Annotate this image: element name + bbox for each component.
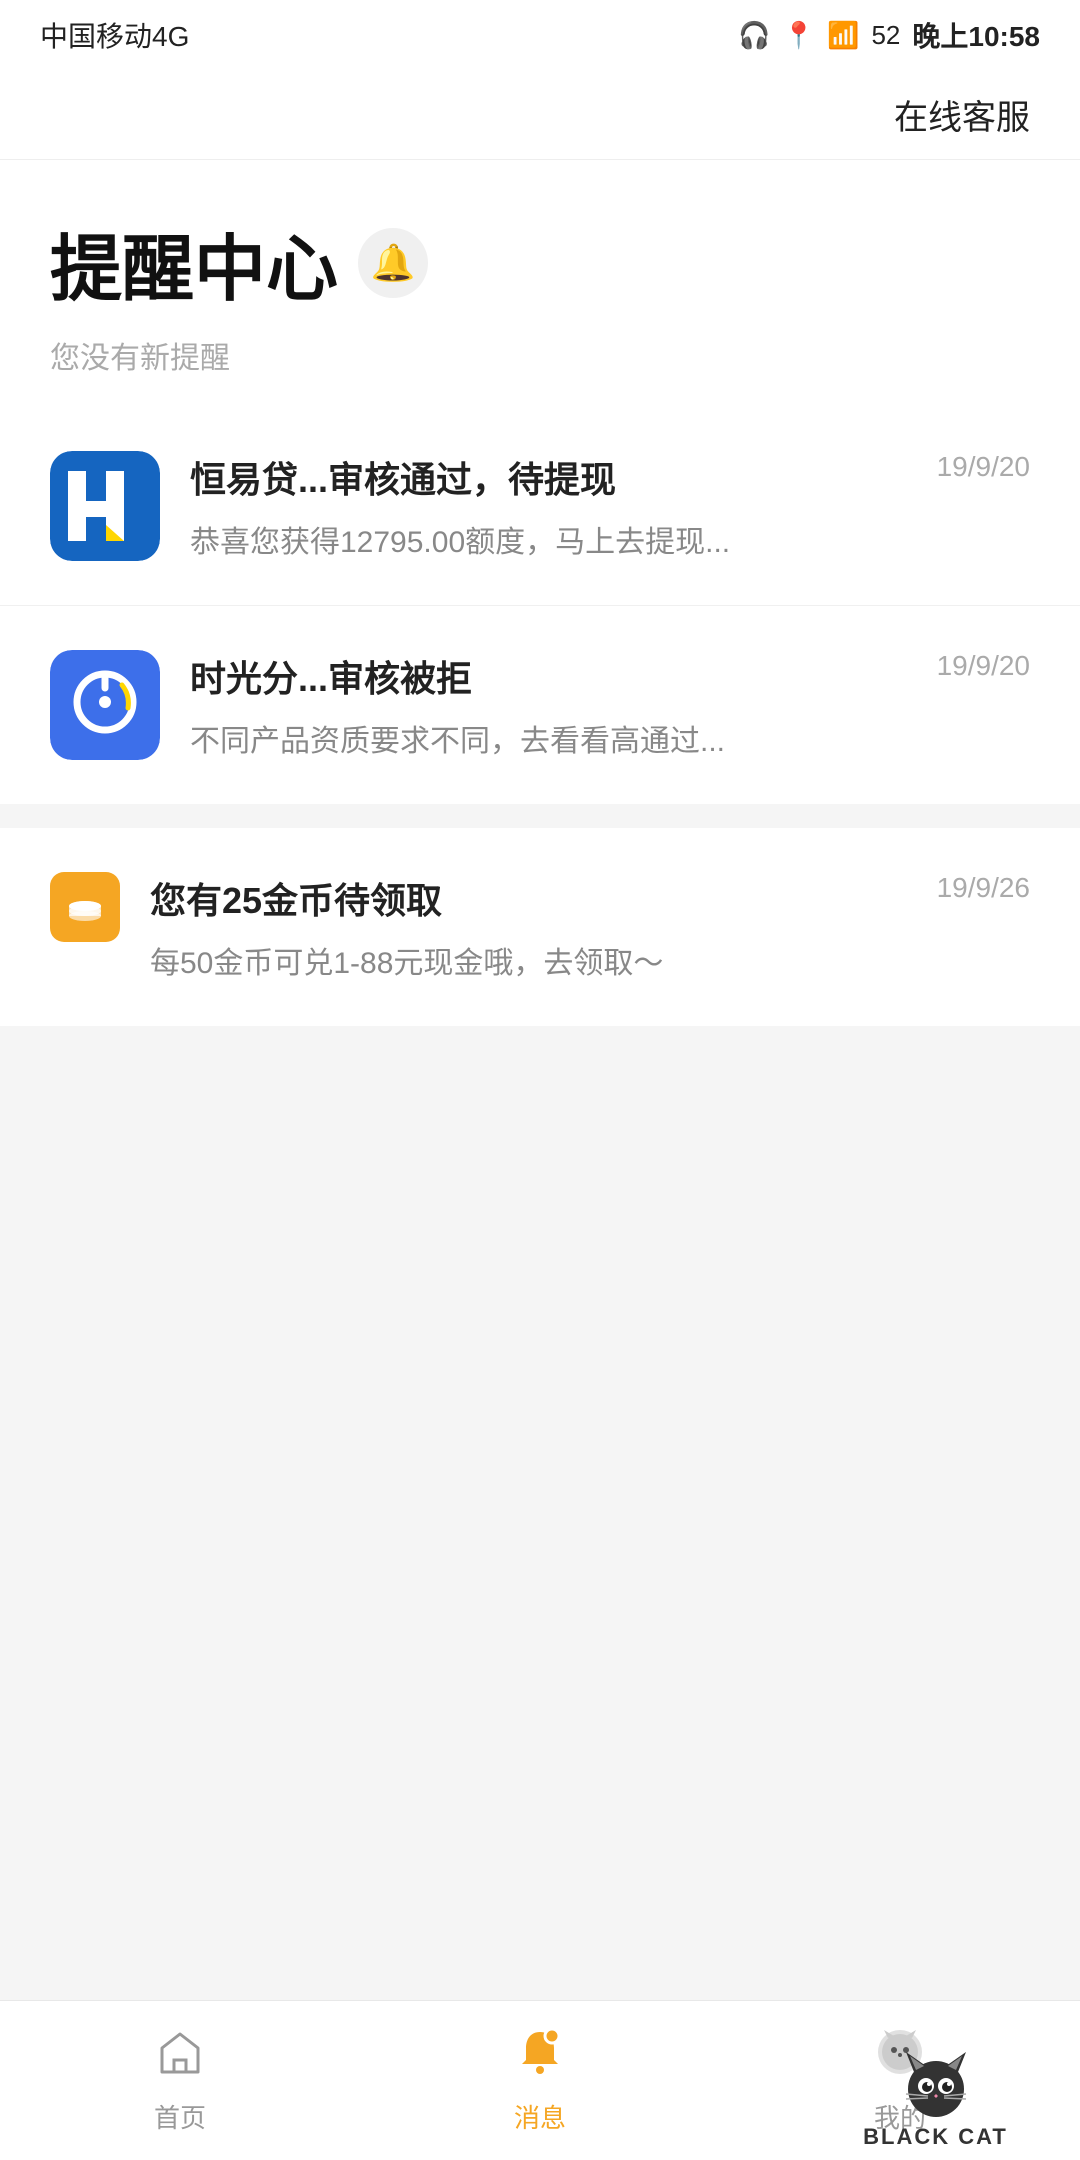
bell-active-icon [514,2026,566,2090]
home-icon [154,2026,206,2090]
notif-title-row: 恒易贷...审核通过，待提现 19/9/20 [190,451,1030,503]
nav-item-messages[interactable]: 消息 [360,2006,720,2155]
coin-notif-title: 您有25金币待领取 [150,872,442,924]
messages-label: 消息 [514,2098,566,2135]
sgf-notif-title: 时光分...审核被拒 [190,650,917,702]
page-title-row: 提醒中心 🔔 [50,210,1030,315]
location-icon: 📍 [783,20,815,51]
sgf-app-icon [50,650,160,760]
coin-notification-content: 您有25金币待领取 19/9/26 每50金币可兑1-88元现金哦，去领取～ [150,872,1030,982]
battery-label: 52 [871,20,900,51]
coin-notification-section[interactable]: 您有25金币待领取 19/9/26 每50金币可兑1-88元现金哦，去领取～ [0,828,1080,1026]
carrier-label: 中国移动4G [40,15,189,55]
bell-settings-icon: 🔔 [371,242,416,284]
list-item[interactable]: 时光分...审核被拒 19/9/20 不同产品资质要求不同，去看看高通过... [0,606,1080,804]
sgf-notification-content: 时光分...审核被拒 19/9/20 不同产品资质要求不同，去看看高通过... [190,650,1030,760]
coin-title-row: 您有25金币待领取 19/9/26 [150,872,1030,924]
online-service-link[interactable]: 在线客服 [894,90,1030,139]
notification-section: 恒易贷...审核通过，待提现 19/9/20 恭喜您获得12795.00额度，马… [0,407,1080,804]
coin-icon [50,872,120,942]
page-title: 提醒中心 [50,210,338,315]
sgf-notif-date: 19/9/20 [937,650,1030,682]
hyd-app-icon [50,451,160,561]
hyd-notif-title: 恒易贷...审核通过，待提现 [190,451,917,503]
page-title-section: 提醒中心 🔔 您没有新提醒 [0,160,1080,407]
hyd-notif-date: 19/9/20 [937,451,1030,483]
hyd-notif-body: 恭喜您获得12795.00额度，马上去提现... [190,526,730,559]
header: 在线客服 [0,70,1080,160]
no-new-reminder-label: 您没有新提醒 [50,342,230,375]
home-label: 首页 [154,2098,206,2135]
time-label: 晚上10:58 [912,15,1040,55]
coin-notif-date: 19/9/26 [937,872,1030,904]
notif-title-row: 时光分...审核被拒 19/9/20 [190,650,1030,702]
hyd-notification-content: 恒易贷...审核通过，待提现 19/9/20 恭喜您获得12795.00额度，马… [190,451,1030,561]
status-bar: 中国移动4G 🎧 📍 📶 52 晚上10:58 [0,0,1080,70]
coin-notif-body: 每50金币可兑1-88元现金哦，去领取～ [150,947,663,980]
status-right: 🎧 📍 📶 52 晚上10:58 [738,15,1040,55]
nav-item-home[interactable]: 首页 [0,2006,360,2155]
sgf-notif-body: 不同产品资质要求不同，去看看高通过... [190,725,725,758]
list-item[interactable]: 恒易贷...审核通过，待提现 19/9/20 恭喜您获得12795.00额度，马… [0,407,1080,606]
bell-settings-button[interactable]: 🔔 [358,228,428,298]
black-cat-label: BLACK CAT [863,2124,1008,2150]
headphone-icon: 🎧 [738,20,770,51]
black-cat-watermark: BLACK CAT [791,1999,1080,2160]
signal-icons: 📶 [827,20,859,51]
empty-content-area [0,1050,1080,1950]
